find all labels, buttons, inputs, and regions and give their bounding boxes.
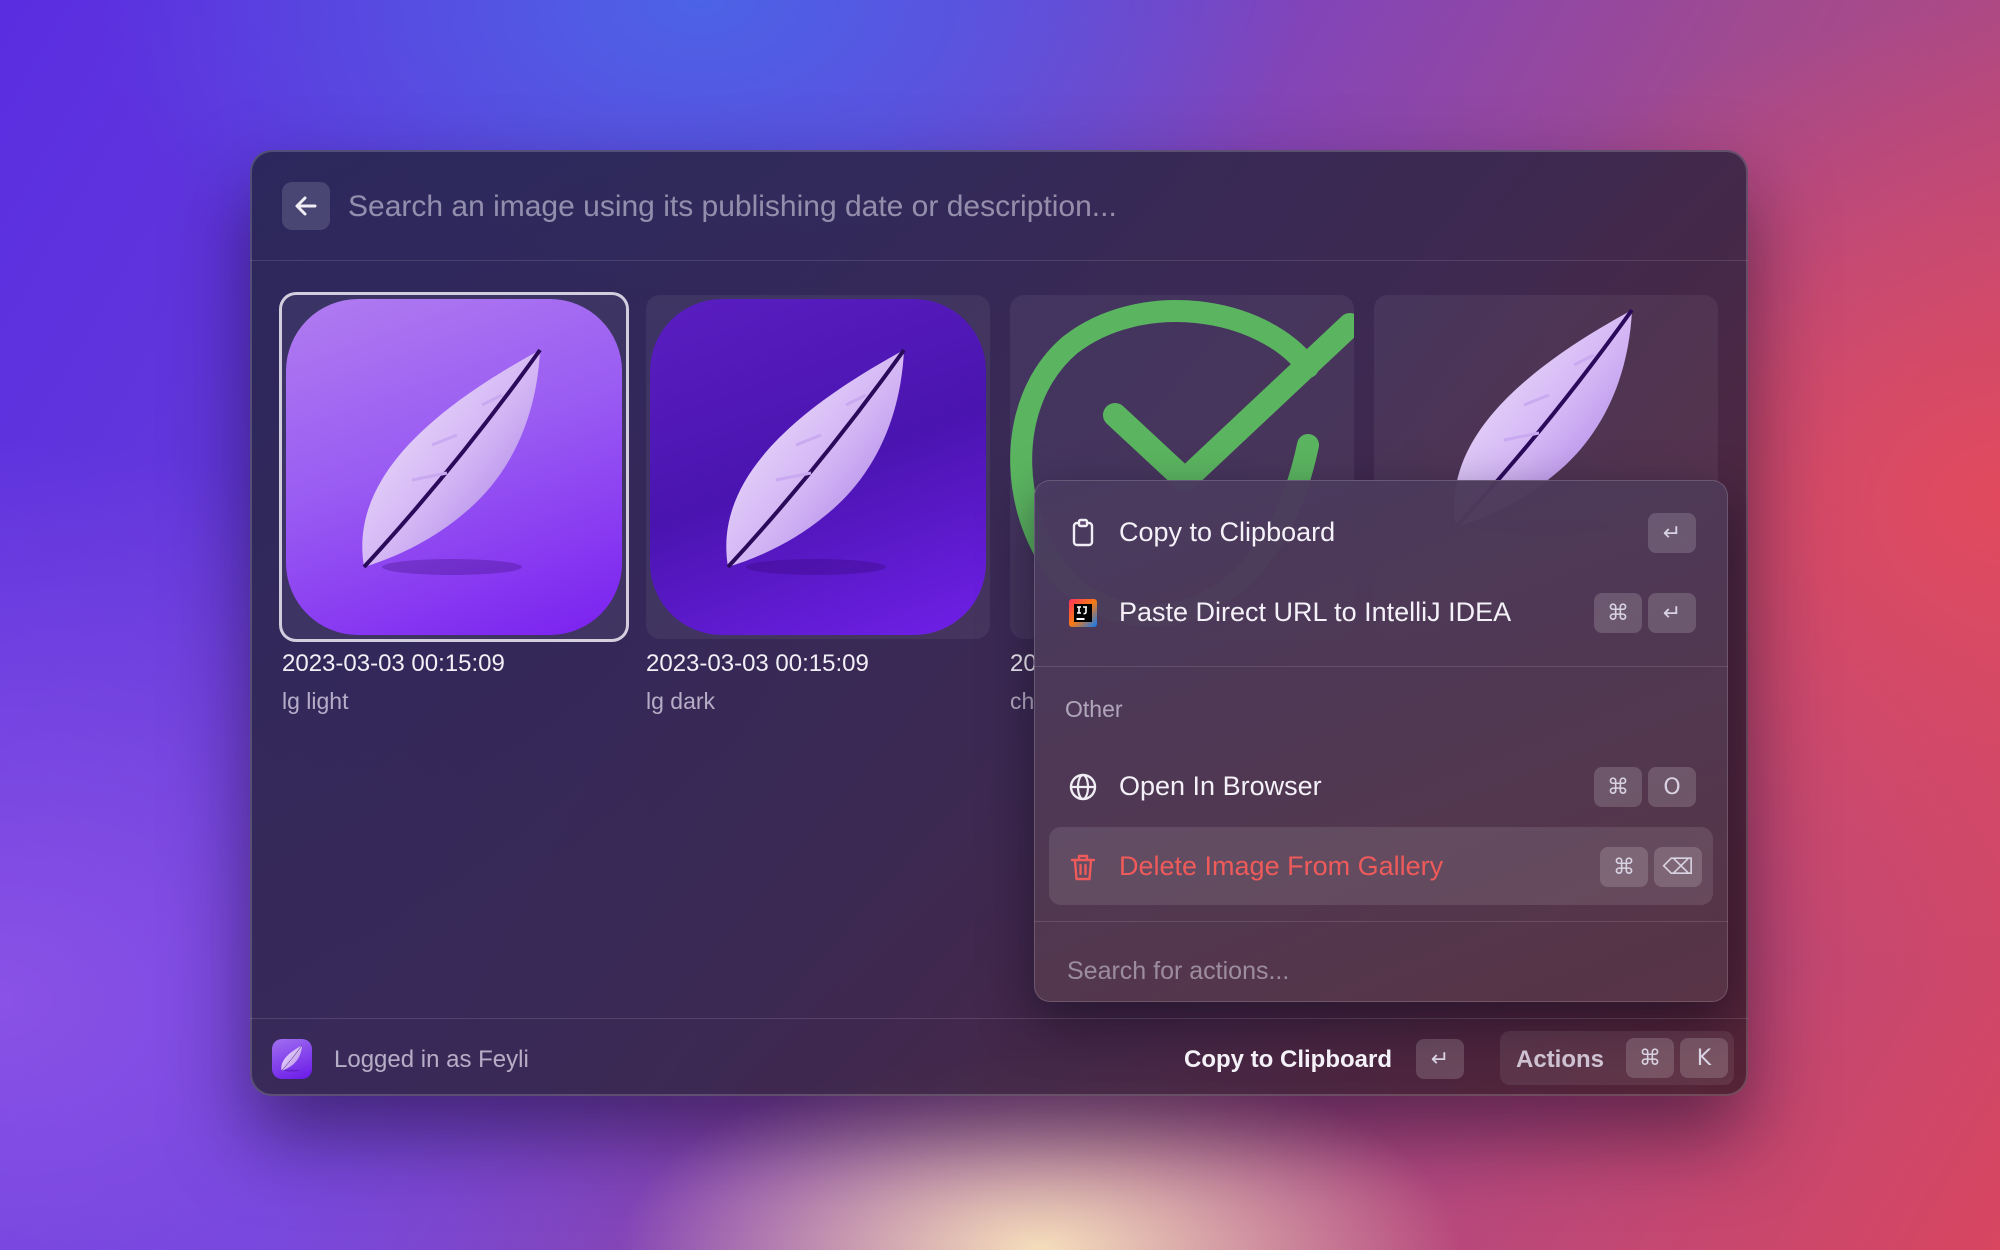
- shortcut-keys: ⌘ ↵: [1594, 593, 1696, 633]
- feather-icon: [281, 1045, 303, 1072]
- gallery-window: 2023-03-03 00:15:09 lg light 2023-03-03 …: [250, 150, 1748, 1096]
- key-return: ↵: [1416, 1039, 1464, 1079]
- menu-item-delete-image[interactable]: Delete Image From Gallery ⌘ ⌫: [1049, 827, 1713, 905]
- avatar: [272, 1039, 312, 1079]
- actions-button[interactable]: Actions ⌘ K: [1500, 1031, 1734, 1085]
- shortcut-keys: ⌘ O: [1594, 767, 1696, 807]
- image-date: 20: [1010, 650, 1037, 677]
- image-date: 2023-03-03 00:15:09: [646, 650, 869, 677]
- image-description: lg dark: [646, 688, 716, 714]
- search-input[interactable]: [346, 178, 1650, 236]
- menu-section-title: Other: [1065, 696, 1123, 722]
- menu-item-paste-url-intellij[interactable]: Paste Direct URL to IntelliJ IDEA ⌘ ↵: [1049, 573, 1713, 651]
- key-o: O: [1648, 767, 1696, 807]
- shortcut-keys: ⌘ ⌫: [1600, 847, 1702, 887]
- back-button[interactable]: [282, 182, 330, 230]
- trash-icon: [1070, 854, 1096, 881]
- menu-item-label: Delete Image From Gallery: [1119, 851, 1444, 881]
- key-delete: ⌫: [1654, 847, 1702, 887]
- menu-item-label: Open In Browser: [1119, 771, 1322, 801]
- menu-item-label: Paste Direct URL to IntelliJ IDEA: [1119, 597, 1512, 627]
- globe-icon: [1069, 773, 1097, 801]
- menu-item-copy-to-clipboard[interactable]: Copy to Clipboard ↵: [1049, 493, 1713, 571]
- image-thumbnail[interactable]: [646, 295, 990, 639]
- action-search-input[interactable]: [1065, 950, 1689, 992]
- shortcut-keys: ⌘ K: [1626, 1038, 1728, 1078]
- key-command: ⌘: [1594, 767, 1642, 807]
- primary-action-label[interactable]: Copy to Clipboard: [1184, 1046, 1392, 1074]
- clipboard-icon: [1072, 518, 1094, 547]
- image-description: lg light: [282, 688, 349, 714]
- intellij-icon: [1069, 599, 1097, 627]
- feather-icon: [360, 348, 542, 577]
- footer-bar: Logged in as Feyli Copy to Clipboard ↵ A…: [250, 1018, 1748, 1096]
- image-description: ch: [1010, 688, 1035, 714]
- key-command: ⌘: [1600, 847, 1648, 887]
- feather-icon: [724, 348, 906, 577]
- arrow-left-icon: [295, 196, 317, 216]
- actions-menu: Copy to Clipboard ↵ Paste Direct URL to …: [1034, 480, 1728, 1002]
- menu-divider: [1034, 666, 1728, 667]
- shortcut-keys: ↵: [1648, 513, 1696, 553]
- search-bar: [250, 150, 1748, 261]
- image-date: 2023-03-03 00:15:09: [282, 650, 505, 677]
- menu-divider: [1034, 921, 1728, 922]
- key-return: ↵: [1648, 593, 1696, 633]
- key-command: ⌘: [1594, 593, 1642, 633]
- key-k: K: [1680, 1038, 1728, 1078]
- menu-item-open-in-browser[interactable]: Open In Browser ⌘ O: [1049, 747, 1713, 825]
- menu-item-label: Copy to Clipboard: [1119, 517, 1336, 547]
- key-command: ⌘: [1626, 1038, 1674, 1078]
- image-thumbnail[interactable]: [282, 295, 626, 639]
- logged-in-user: Logged in as Feyli: [334, 1046, 529, 1073]
- key-return: ↵: [1648, 513, 1696, 553]
- actions-label: Actions: [1516, 1046, 1605, 1073]
